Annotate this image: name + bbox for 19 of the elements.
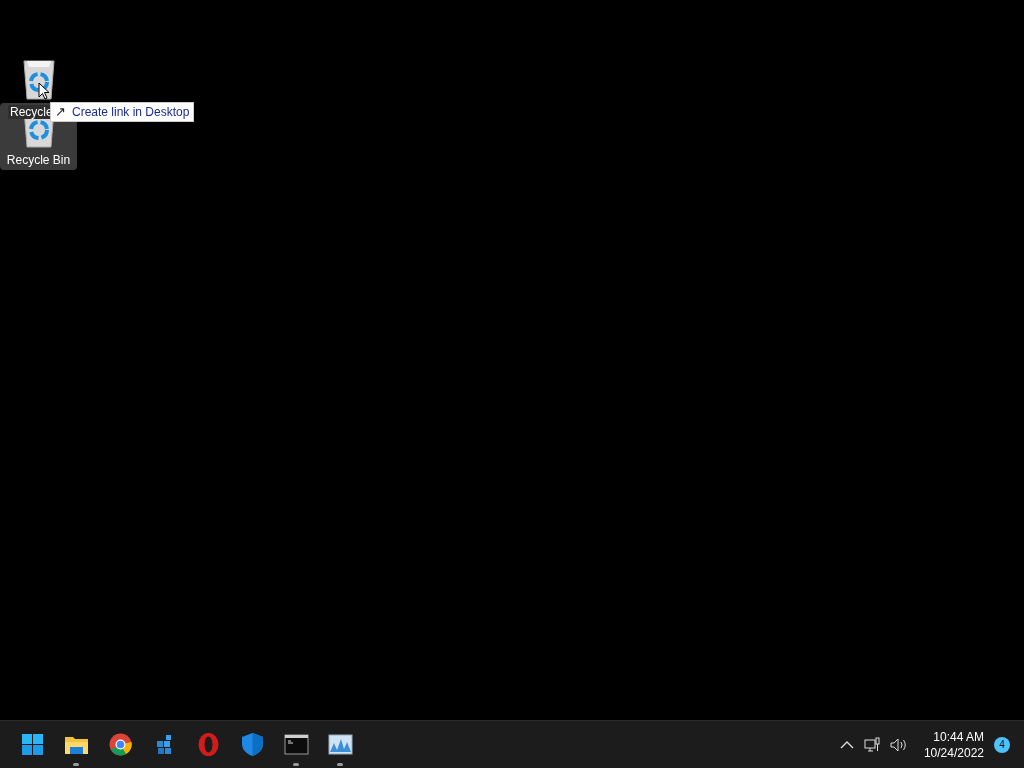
icon-label: Recycle Bin: [6, 152, 71, 168]
running-indicator: [293, 762, 299, 766]
volume-icon[interactable]: [889, 736, 908, 753]
start-icon: [19, 732, 45, 757]
terminal-icon: [283, 732, 309, 757]
chart-window-icon: [327, 732, 353, 757]
chevron-up-icon[interactable]: [839, 739, 854, 750]
arrow-glyph: ↗: [55, 103, 66, 122]
clock-time: 10:44 AM: [933, 728, 984, 745]
notification-badge[interactable]: 4: [994, 736, 1010, 753]
shield-icon: [239, 732, 265, 757]
mouse-pointer-icon: [38, 82, 50, 100]
opera-icon: [195, 732, 221, 757]
clock[interactable]: 10:44 AM 10/24/2022: [923, 728, 984, 761]
clock-date: 10/24/2022: [923, 744, 984, 761]
chrome-icon: [107, 732, 133, 757]
running-indicator: [73, 762, 79, 766]
network-icon[interactable]: [863, 736, 880, 753]
running-indicator: [337, 762, 343, 766]
